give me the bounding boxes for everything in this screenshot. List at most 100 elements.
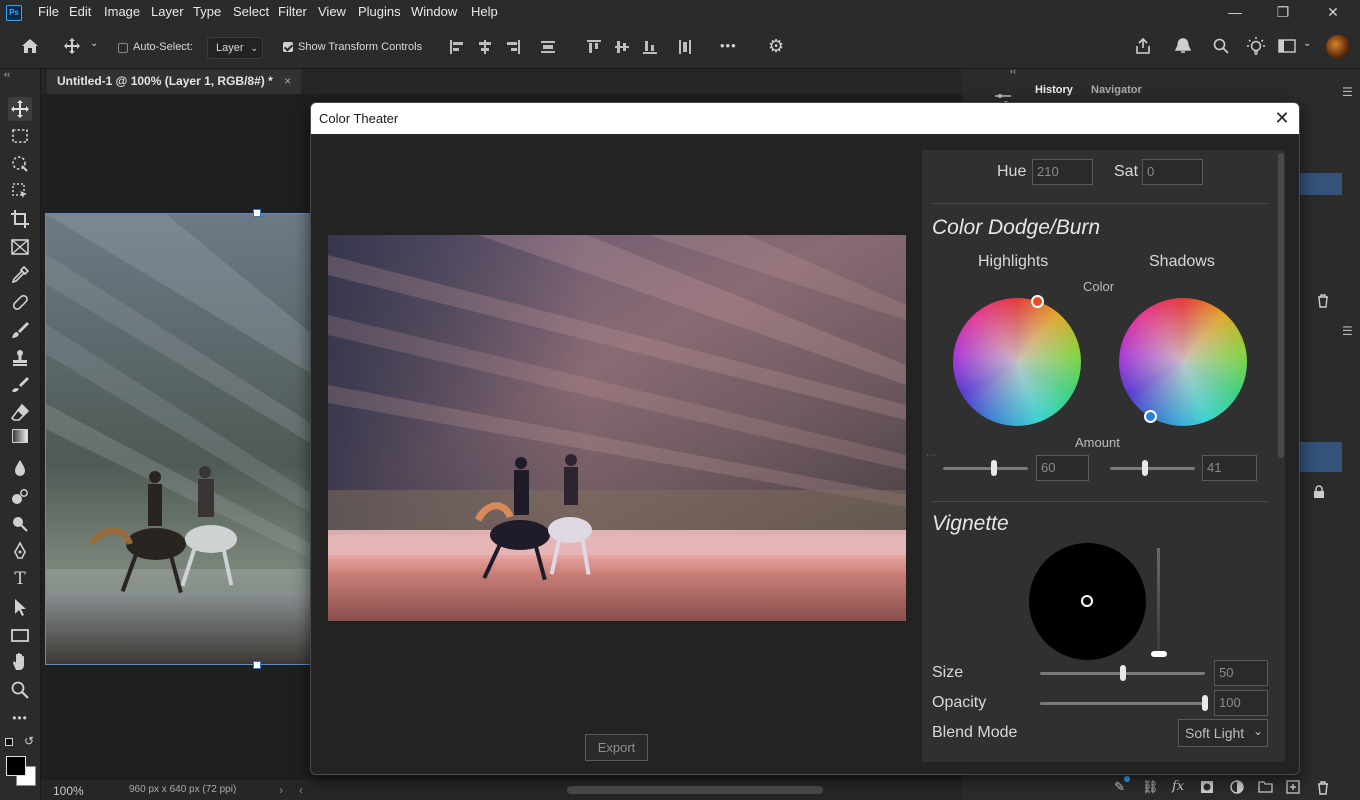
path-selection-tool-icon[interactable] xyxy=(8,595,32,619)
layer-dropdown[interactable]: Layer ⌄ xyxy=(207,37,263,59)
shadows-amount-thumb[interactable] xyxy=(1141,460,1148,476)
align-left-icon[interactable] xyxy=(450,40,464,54)
vignette-vertical-thumb[interactable] xyxy=(1151,651,1167,657)
menu-layer[interactable]: Layer xyxy=(151,4,184,19)
highlights-color-wheel[interactable] xyxy=(953,295,1081,426)
chevron-down-icon[interactable]: ⌄ xyxy=(1303,38,1311,49)
show-transform-checkbox[interactable] xyxy=(283,42,293,52)
link-layers-icon[interactable]: ⛓ xyxy=(1142,779,1159,795)
trash-icon[interactable] xyxy=(1316,293,1330,308)
share-icon[interactable] xyxy=(1134,37,1152,55)
auto-select-checkbox[interactable] xyxy=(118,43,128,53)
collapse-icon[interactable]: ‹‹ xyxy=(4,69,10,79)
swap-colors-icon[interactable]: ↺ xyxy=(24,734,34,748)
menu-window[interactable]: Window xyxy=(411,4,457,19)
blend-mode-select[interactable]: Soft Light ⌄ xyxy=(1178,719,1268,747)
home-icon[interactable] xyxy=(21,38,39,54)
healing-brush-tool-icon[interactable] xyxy=(8,290,32,314)
dialog-close-button[interactable]: ✕ xyxy=(1271,107,1293,129)
align-middle-icon[interactable] xyxy=(615,40,629,54)
size-slider-thumb[interactable] xyxy=(1120,665,1126,681)
gear-icon[interactable]: ⚙ xyxy=(768,36,784,57)
menu-file[interactable]: File xyxy=(38,4,59,19)
menu-select[interactable]: Select xyxy=(233,4,269,19)
panel-menu-icon[interactable]: ☰ xyxy=(1342,324,1353,338)
horizontal-scrollbar[interactable] xyxy=(567,786,823,794)
frame-tool-icon[interactable] xyxy=(8,235,32,259)
export-button[interactable]: Export xyxy=(585,734,648,761)
move-tool-icon[interactable] xyxy=(63,37,81,55)
chevron-right-icon[interactable]: › xyxy=(279,783,283,797)
opacity-slider-track[interactable] xyxy=(1040,702,1205,705)
chevron-left-icon[interactable]: ‹ xyxy=(299,783,303,797)
shadows-amount-input[interactable]: 41 xyxy=(1202,455,1257,481)
eyedropper-tool-icon[interactable] xyxy=(8,263,32,287)
document-tab[interactable]: Untitled-1 @ 100% (Layer 1, RGB/8#) * × xyxy=(47,69,302,94)
distribute-vertical-icon[interactable] xyxy=(678,40,692,54)
align-top-icon[interactable] xyxy=(587,40,601,54)
type-tool-icon[interactable]: T xyxy=(8,567,32,591)
move-tool-icon[interactable] xyxy=(8,97,32,121)
vignette-vertical-slider[interactable] xyxy=(1157,548,1160,653)
object-selection-tool-icon[interactable] xyxy=(8,152,32,176)
more-options-icon[interactable]: ••• xyxy=(720,38,737,53)
panel-menu-icon[interactable]: ☰ xyxy=(1342,85,1353,99)
highlights-color-handle[interactable] xyxy=(1031,295,1044,308)
chevron-down-icon[interactable]: ⌄ xyxy=(90,38,98,49)
shadows-color-wheel[interactable] xyxy=(1119,298,1247,426)
menu-help[interactable]: Help xyxy=(471,4,498,19)
search-icon[interactable] xyxy=(1213,38,1229,54)
drag-handle-icon[interactable]: ⋮ xyxy=(925,450,936,460)
hand-tool-icon[interactable] xyxy=(8,650,32,674)
transform-handle[interactable] xyxy=(253,209,261,217)
shadows-amount-track[interactable] xyxy=(1110,467,1195,470)
highlights-amount-track[interactable] xyxy=(943,467,1028,470)
opacity-slider-thumb[interactable] xyxy=(1202,695,1208,711)
size-input[interactable]: 50 xyxy=(1214,660,1268,686)
lock-icon[interactable] xyxy=(1313,485,1325,499)
menu-plugins[interactable]: Plugins xyxy=(358,4,401,19)
opacity-input[interactable]: 100 xyxy=(1214,690,1268,716)
shadows-color-handle[interactable] xyxy=(1144,410,1157,423)
add-mask-icon[interactable] xyxy=(1200,780,1214,794)
menu-image[interactable]: Image xyxy=(104,4,140,19)
zoom-tool-icon[interactable] xyxy=(8,678,32,702)
adjustment-layer-icon[interactable] xyxy=(1230,780,1244,794)
clone-stamp-tool-icon[interactable] xyxy=(8,346,32,370)
layer-selected-row[interactable] xyxy=(1300,442,1342,472)
close-icon[interactable]: × xyxy=(284,74,291,88)
tab-navigator[interactable]: Navigator xyxy=(1091,84,1142,96)
brush-plugin-icon[interactable]: ✎ xyxy=(1114,779,1125,795)
edit-toolbar-icon[interactable]: ••• xyxy=(8,706,32,730)
dialog-titlebar[interactable]: Color Theater ✕ xyxy=(311,103,1299,134)
history-brush-tool-icon[interactable] xyxy=(8,373,32,397)
dodge-tool-icon[interactable] xyxy=(8,484,32,508)
foreground-color-swatch[interactable] xyxy=(6,756,26,776)
highlights-amount-input[interactable]: 60 xyxy=(1036,455,1089,481)
align-center-icon[interactable] xyxy=(478,40,492,54)
bell-icon[interactable] xyxy=(1175,37,1191,55)
workspace-icon[interactable] xyxy=(1278,39,1296,53)
default-colors-icon[interactable] xyxy=(5,738,13,746)
menu-filter[interactable]: Filter xyxy=(278,4,307,19)
vignette-center-handle[interactable] xyxy=(1081,595,1093,607)
transform-handle[interactable] xyxy=(253,661,261,669)
new-layer-icon[interactable] xyxy=(1286,780,1300,794)
hue-input[interactable]: 210 xyxy=(1032,159,1093,185)
fx-icon[interactable]: fx xyxy=(1172,779,1184,794)
crop-tool-icon[interactable] xyxy=(8,207,32,231)
window-close-button[interactable]: ✕ xyxy=(1318,3,1348,21)
distribute-horizontal-icon[interactable] xyxy=(541,40,555,54)
avatar[interactable] xyxy=(1326,35,1350,59)
vignette-preview[interactable] xyxy=(1029,543,1146,660)
highlights-amount-thumb[interactable] xyxy=(991,460,997,476)
tab-history[interactable]: History xyxy=(1035,84,1073,96)
align-bottom-icon[interactable] xyxy=(643,40,657,54)
sat-input[interactable]: 0 xyxy=(1142,159,1203,185)
folder-icon[interactable] xyxy=(1258,780,1273,793)
menu-view[interactable]: View xyxy=(318,4,346,19)
rectangle-tool-icon[interactable] xyxy=(8,623,32,647)
eraser-tool-icon[interactable] xyxy=(8,401,32,425)
restore-button[interactable]: ❐ xyxy=(1268,3,1298,21)
align-right-icon[interactable] xyxy=(506,40,520,54)
